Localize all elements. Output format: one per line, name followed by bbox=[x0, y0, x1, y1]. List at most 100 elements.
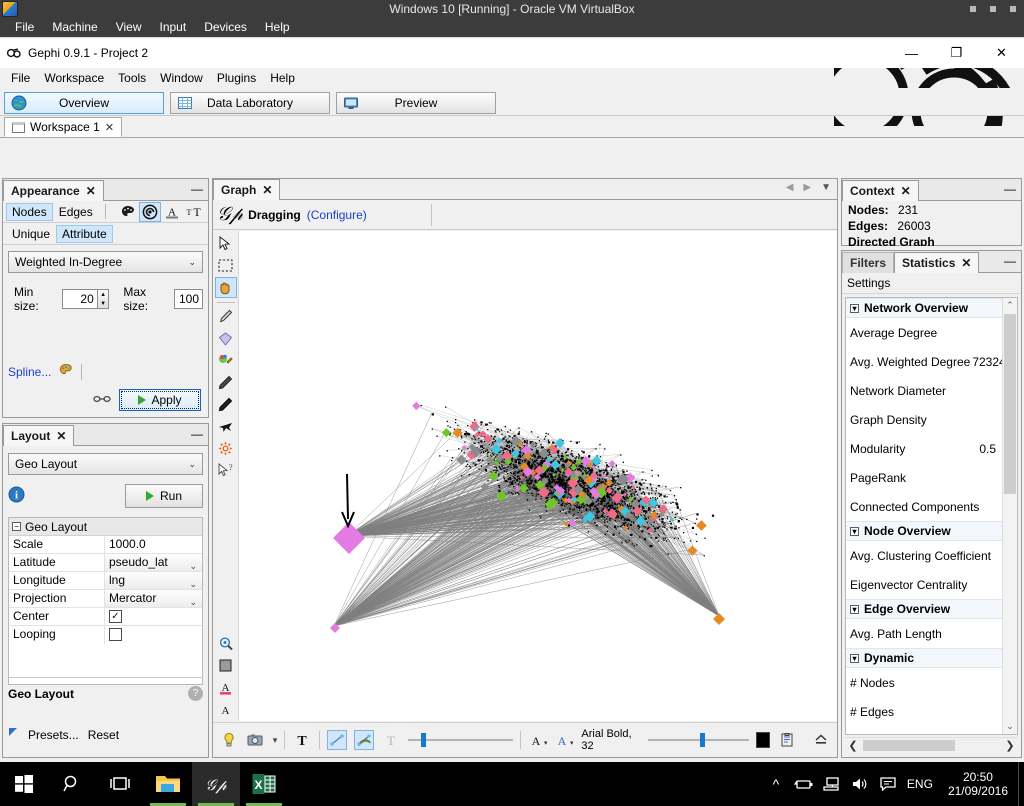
stat-group-node-overview[interactable]: ▾ Node Overview bbox=[846, 521, 1002, 541]
stat-item-network-diameter[interactable]: Network Diameter bbox=[846, 376, 1002, 405]
stat-item-avg-weighted-degree[interactable]: Avg. Weighted Degree 723244.6 bbox=[846, 347, 1002, 376]
run-layout-button[interactable]: Run bbox=[125, 484, 203, 508]
collapse-expander-icon[interactable]: − bbox=[12, 522, 21, 531]
vbox-menu-help[interactable]: Help bbox=[256, 18, 299, 37]
graph-tab[interactable]: Graph ✕ bbox=[213, 179, 281, 200]
workspace-tab-1[interactable]: Workspace 1 ✕ bbox=[4, 117, 123, 137]
network-icon[interactable] bbox=[818, 762, 846, 806]
vbox-menu-input[interactable]: Input bbox=[151, 18, 196, 37]
tray-chevron-up-icon[interactable]: ^ bbox=[762, 762, 790, 806]
node-pencil-icon[interactable] bbox=[215, 394, 237, 415]
min-size-stepper[interactable]: ▲ ▼ bbox=[97, 289, 110, 309]
virtualbox-menubar[interactable]: File Machine View Input Devices Help bbox=[0, 18, 1024, 37]
appearance-nodes-button[interactable]: Nodes bbox=[6, 202, 53, 221]
drag-hand-icon[interactable] bbox=[214, 277, 237, 298]
bold-T-icon[interactable]: T bbox=[292, 730, 312, 750]
stat-item-modularity[interactable]: Modularity 0.5 bbox=[846, 434, 1002, 463]
label-color-a-icon[interactable]: A bbox=[215, 677, 237, 698]
context-close-icon[interactable]: ✕ bbox=[901, 184, 911, 198]
vbox-close-button[interactable] bbox=[1010, 6, 1016, 12]
vbox-menu-machine[interactable]: Machine bbox=[43, 18, 106, 37]
action-center-icon[interactable] bbox=[874, 762, 902, 806]
show-desktop-button[interactable] bbox=[1018, 762, 1024, 806]
workspace-tab-close-icon[interactable]: ✕ bbox=[105, 121, 114, 134]
collapse-expander-icon[interactable]: ▾ bbox=[850, 303, 859, 313]
mode-button-overview[interactable]: Overview bbox=[4, 92, 164, 114]
label-font-a-icon[interactable]: A bbox=[215, 699, 237, 720]
property-row-scale[interactable]: Scale 1000.0 bbox=[9, 536, 202, 554]
scroll-right-arrow-icon[interactable]: ❯ bbox=[1002, 738, 1018, 753]
rectangle-selection-icon[interactable] bbox=[215, 255, 237, 276]
appearance-unique-button[interactable]: Unique bbox=[6, 225, 56, 243]
vbox-maximize-button[interactable] bbox=[990, 6, 996, 12]
gephi-close-button[interactable]: ✕ bbox=[979, 38, 1024, 68]
layout-properties-group-header[interactable]: − Geo Layout bbox=[9, 518, 202, 536]
property-row-looping[interactable]: Looping bbox=[9, 626, 202, 644]
appearance-edges-button[interactable]: Edges bbox=[53, 203, 99, 221]
filters-tab[interactable]: Filters bbox=[842, 252, 895, 273]
property-row-projection[interactable]: Projection Mercator ⌄ bbox=[9, 590, 202, 608]
gephi-menu-window[interactable]: Window bbox=[153, 68, 210, 88]
property-value-projection[interactable]: Mercator ⌄ bbox=[105, 590, 202, 607]
scroll-up-arrow-icon[interactable]: ⌃ bbox=[1003, 298, 1017, 313]
appearance-close-icon[interactable]: ✕ bbox=[86, 184, 96, 198]
looping-checkbox[interactable] bbox=[109, 628, 122, 641]
label-size-icon[interactable]: T T bbox=[183, 202, 205, 222]
gephi-menubar[interactable]: File Workspace Tools Window Plugins Help bbox=[0, 68, 1024, 88]
stat-item-eigenvector-centrality[interactable]: Eigenvector Centrality bbox=[846, 570, 1002, 599]
label-size-A-icon[interactable]: A ▾ bbox=[528, 730, 548, 750]
property-row-longitude[interactable]: Longitude lng ⌄ bbox=[9, 572, 202, 590]
min-size-input[interactable]: 20 bbox=[61, 289, 98, 309]
gephi-menu-help[interactable]: Help bbox=[263, 68, 302, 88]
edge-rainbow-icon[interactable] bbox=[354, 730, 375, 750]
clock[interactable]: 20:50 21/09/2016 bbox=[938, 770, 1018, 798]
property-row-latitude[interactable]: Latitude pseudo_lat ⌄ bbox=[9, 554, 202, 572]
gephi-menu-tools[interactable]: Tools bbox=[111, 68, 153, 88]
statistics-vertical-scrollbar[interactable]: ⌃ ⌄ bbox=[1002, 298, 1017, 734]
layout-tab[interactable]: Layout ✕ bbox=[3, 425, 75, 446]
gephi-taskbar-button[interactable]: 𝒢𝓅 bbox=[192, 762, 240, 806]
virtualbox-window-buttons[interactable] bbox=[970, 6, 1016, 12]
graph-tab-list-icon[interactable]: ▼ bbox=[821, 182, 831, 193]
center-checkbox[interactable]: ✓ bbox=[109, 610, 122, 623]
scroll-left-arrow-icon[interactable]: ❮ bbox=[845, 738, 861, 753]
stat-group-edge-overview[interactable]: ▾ Edge Overview bbox=[846, 599, 1002, 619]
stat-item-avg-path-length[interactable]: Avg. Path Length bbox=[846, 619, 1002, 648]
property-value-longitude[interactable]: lng ⌄ bbox=[105, 572, 202, 589]
vbox-menu-file[interactable]: File bbox=[6, 18, 43, 37]
language-indicator[interactable]: ENG bbox=[902, 762, 938, 806]
background-color-icon[interactable] bbox=[215, 655, 237, 676]
edge-thickness-slider[interactable] bbox=[407, 733, 513, 747]
magnifier-center-icon[interactable] bbox=[215, 633, 237, 654]
label-size-slider[interactable] bbox=[647, 733, 749, 747]
camera-icon[interactable] bbox=[246, 730, 266, 750]
shortest-path-icon[interactable] bbox=[215, 416, 237, 437]
search-button[interactable] bbox=[48, 762, 96, 806]
edge-pencil-icon[interactable] bbox=[215, 372, 237, 393]
stat-item-graph-density[interactable]: Graph Density bbox=[846, 405, 1002, 434]
layout-algorithm-select[interactable]: Geo Layout ⌄ bbox=[8, 453, 203, 475]
collapse-expander-icon[interactable]: ▾ bbox=[850, 653, 859, 663]
context-tab[interactable]: Context ✕ bbox=[842, 180, 919, 201]
font-label[interactable]: Arial Bold, 32 bbox=[581, 728, 640, 752]
property-value-center[interactable]: ✓ bbox=[105, 608, 202, 625]
cursor-help-icon[interactable]: ? bbox=[215, 460, 237, 481]
appearance-attribute-button[interactable]: Attribute bbox=[56, 224, 113, 243]
excel-taskbar-button[interactable]: X bbox=[240, 762, 288, 806]
label-color-swatch[interactable] bbox=[755, 732, 771, 748]
mode-button-data-laboratory[interactable]: Data Laboratory bbox=[170, 92, 330, 114]
layout-close-icon[interactable]: ✕ bbox=[56, 429, 66, 443]
context-minimize-icon[interactable]: — bbox=[1004, 182, 1016, 196]
statistics-settings-bar[interactable]: Settings bbox=[842, 273, 1021, 294]
stat-item-degree[interactable]: Degree bbox=[846, 726, 1002, 735]
statistics-tab[interactable]: Statistics ✕ bbox=[894, 252, 980, 273]
statistics-list[interactable]: ▾ Network Overview Average Degree Avg. W… bbox=[845, 297, 1018, 735]
stat-group-dynamic[interactable]: ▾ Dynamic bbox=[846, 648, 1002, 668]
slider-knob[interactable] bbox=[420, 733, 426, 747]
property-value-looping[interactable] bbox=[105, 626, 202, 644]
stat-item-pagerank[interactable]: PageRank bbox=[846, 463, 1002, 492]
vbox-menu-view[interactable]: View bbox=[107, 18, 151, 37]
stat-item-avg-clustering-coefficient[interactable]: Avg. Clustering Coefficient bbox=[846, 541, 1002, 570]
scroll-thumb[interactable] bbox=[1004, 314, 1016, 494]
mode-button-preview[interactable]: Preview bbox=[336, 92, 496, 114]
